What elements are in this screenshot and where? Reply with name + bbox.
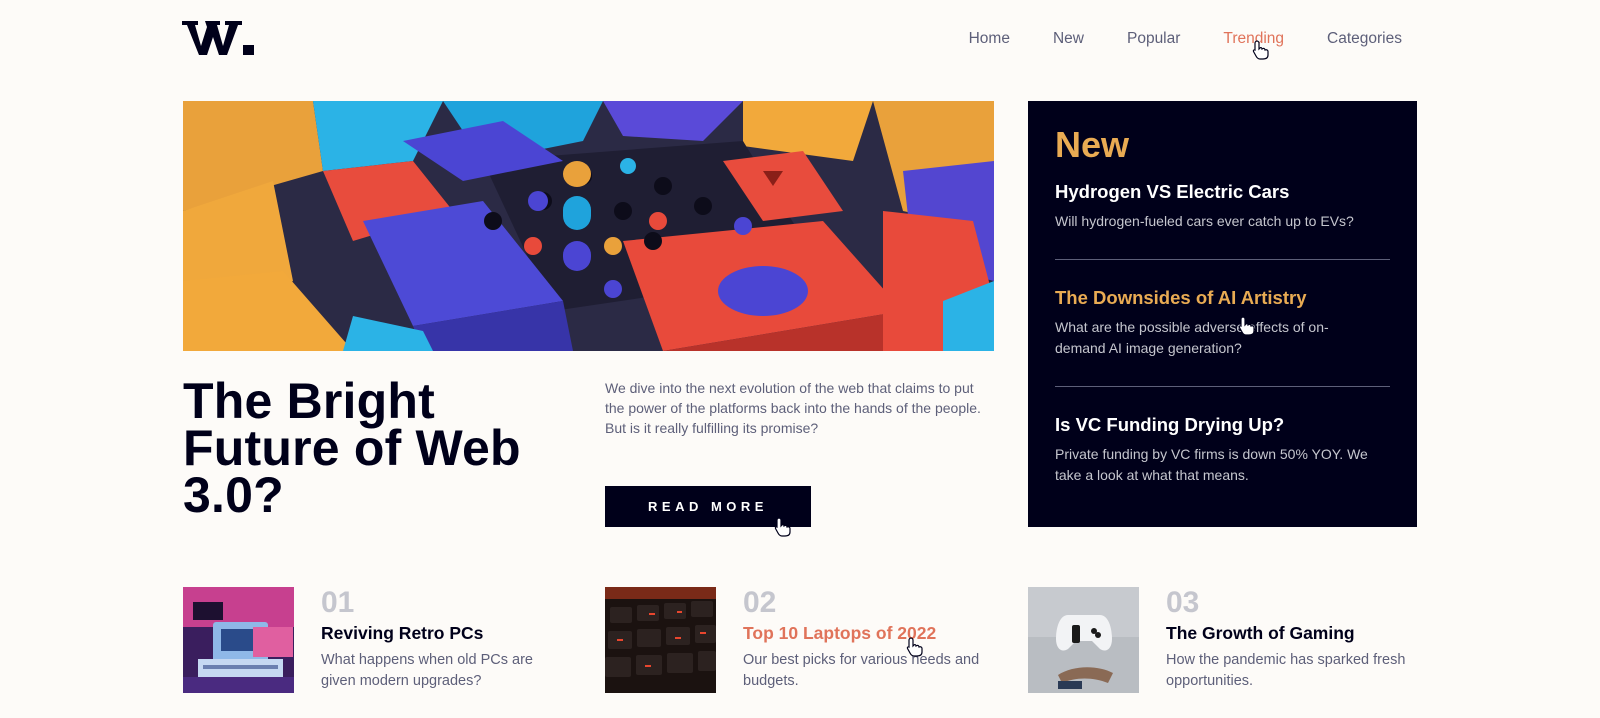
card-title[interactable]: Reviving Retro PCs xyxy=(321,623,483,644)
news-item-title[interactable]: The Downsides of AI Artistry xyxy=(1055,287,1390,309)
news-item-desc: Private funding by VC firms is down 50% … xyxy=(1055,446,1368,483)
card-number: 01 xyxy=(321,586,355,619)
nav-new[interactable]: New xyxy=(1053,30,1084,48)
news-item-desc: What are the possible adverse effects of… xyxy=(1055,319,1329,356)
trending-card[interactable]: 01 Reviving Retro PCs What happens when … xyxy=(183,587,543,693)
card-number: 02 xyxy=(743,586,777,619)
new-articles-panel: New Hydrogen VS Electric Cars Will hydro… xyxy=(1028,101,1417,527)
new-panel-title: New xyxy=(1055,124,1130,165)
nav-categories[interactable]: Categories xyxy=(1327,30,1402,48)
game-controller-image[interactable] xyxy=(1028,587,1139,693)
main-nav: Home New Popular Trending Categories xyxy=(969,30,1402,48)
divider xyxy=(1055,259,1390,260)
news-item-title[interactable]: Hydrogen VS Electric Cars xyxy=(1055,181,1390,203)
nav-trending[interactable]: Trending xyxy=(1223,30,1284,48)
news-item[interactable]: Hydrogen VS Electric Cars Will hydrogen-… xyxy=(1055,181,1390,232)
news-item-desc: Will hydrogen-fueled cars ever catch up … xyxy=(1055,213,1354,229)
news-item[interactable]: The Downsides of AI Artistry What are th… xyxy=(1055,287,1390,359)
card-description: Our best picks for various needs and bud… xyxy=(743,652,980,689)
trending-card[interactable]: 03 The Growth of Gaming How the pandemic… xyxy=(1028,586,1405,693)
card-number: 03 xyxy=(1166,586,1200,619)
trending-card[interactable]: 02 Top 10 Laptops of 2022 Our best picks… xyxy=(605,586,979,693)
logo[interactable]: W. xyxy=(182,18,256,58)
news-item[interactable]: Is VC Funding Drying Up? Private funding… xyxy=(1055,414,1390,486)
card-title[interactable]: The Growth of Gaming xyxy=(1166,623,1355,644)
nav-popular[interactable]: Popular xyxy=(1127,30,1180,48)
hero-title: The Bright Future of Web 3.0? xyxy=(183,373,521,523)
read-more-button[interactable]: READ MORE xyxy=(605,486,811,527)
laptop-keyboard-image[interactable] xyxy=(605,587,716,693)
divider xyxy=(1055,386,1390,387)
news-item-title[interactable]: Is VC Funding Drying Up? xyxy=(1055,414,1390,436)
hero-description: We dive into the next evolution of the w… xyxy=(605,380,981,436)
nav-home[interactable]: Home xyxy=(969,30,1010,48)
page: W. Home New Popular Trending Categories xyxy=(0,0,1600,718)
card-title[interactable]: Top 10 Laptops of 2022 xyxy=(743,623,936,644)
card-description: How the pandemic has sparked fresh oppor… xyxy=(1166,652,1406,689)
retro-pc-image[interactable] xyxy=(183,587,294,693)
hero-image xyxy=(183,101,994,351)
card-description: What happens when old PCs are given mode… xyxy=(321,652,533,689)
